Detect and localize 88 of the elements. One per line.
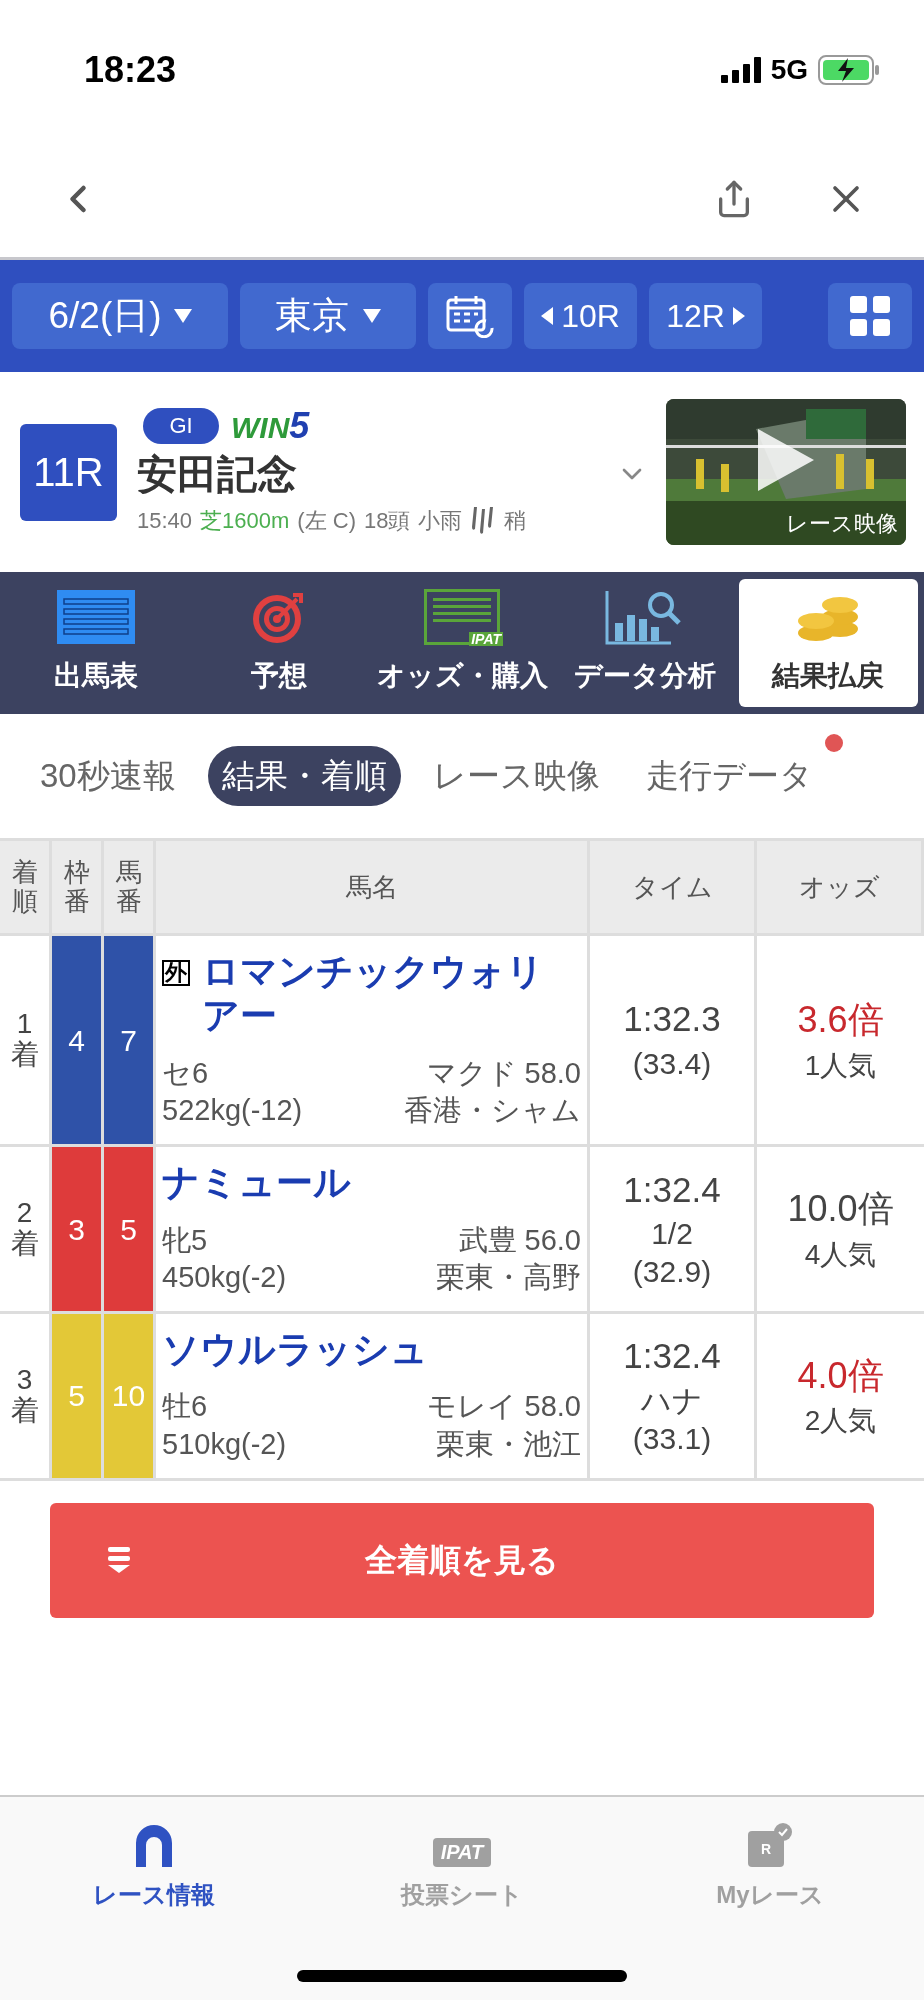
column-header: 着順: [0, 841, 52, 933]
odds: 3.6倍: [797, 998, 884, 1043]
finish-position: 2着: [10, 1198, 39, 1260]
ipat-icon: IPAT: [432, 1838, 492, 1867]
foreign-horse-mark: 外: [162, 960, 190, 986]
course-direction: (左 C): [297, 506, 356, 535]
calendar-button[interactable]: [428, 283, 512, 349]
body-weight: 450kg(-2): [162, 1260, 287, 1296]
grade-badge: GI: [143, 407, 219, 444]
video-label: レース映像: [786, 509, 898, 538]
column-header: 馬名: [156, 841, 590, 933]
horse-name-link[interactable]: ロマンチックウォリアー: [202, 950, 581, 1039]
column-header: 馬番: [104, 841, 156, 933]
left-triangle-icon: [541, 307, 554, 325]
ipat-sheet-icon: IPAT: [424, 589, 500, 645]
finish-time: 1:32.3: [623, 998, 721, 1041]
frame-number-cell: 3: [52, 1144, 104, 1311]
horseshoe-icon: [134, 1823, 174, 1867]
race-title: 安田記念: [137, 450, 298, 498]
sex-age: 牡6: [162, 1389, 208, 1425]
bottom-nav-tab[interactable]: レース情報: [0, 1817, 308, 1913]
odds: 4.0倍: [797, 1354, 884, 1398]
sub-tab[interactable]: 走行データ: [631, 746, 827, 806]
grid-menu-button[interactable]: [828, 283, 912, 349]
previous-race-button[interactable]: 10R: [524, 283, 637, 349]
list-icon: [108, 1546, 130, 1573]
last-3f-time: (32.9): [632, 1253, 712, 1290]
sub-tab[interactable]: 30秒速報: [26, 746, 190, 806]
going-label: 稍: [504, 506, 527, 535]
body-weight: 510kg(-2): [162, 1427, 287, 1462]
weather-label: 小雨: [418, 506, 463, 535]
menu-tab[interactable]: 出馬表: [6, 579, 186, 707]
last-3f-time: (33.4): [632, 1046, 712, 1083]
date-dropdown[interactable]: 6/2(日): [12, 283, 228, 349]
menu-tab[interactable]: 予想: [189, 579, 369, 707]
calendar-icon: [446, 294, 494, 338]
all-results-button[interactable]: 全着順を見る: [50, 1502, 874, 1618]
sex-age: セ6: [162, 1055, 209, 1091]
column-header: オッズ: [757, 841, 924, 933]
jockey-weight: マクド 58.0: [426, 1055, 581, 1091]
frame-number-cell: 5: [52, 1310, 104, 1478]
grid-icon: [850, 296, 890, 336]
venue-dropdown[interactable]: 東京: [240, 283, 416, 349]
start-time: 15:40: [137, 506, 193, 535]
dropdown-triangle-icon: [363, 309, 381, 323]
popularity: 2人気: [804, 1404, 877, 1439]
odds: 10.0倍: [787, 1187, 894, 1232]
popularity: 1人気: [804, 1048, 877, 1083]
menu-tab[interactable]: 結果払戻: [738, 579, 918, 707]
horse-number-cell: 5: [104, 1144, 156, 1311]
horse-number-cell: 7: [104, 933, 156, 1145]
horse-number-cell: 10: [104, 1310, 156, 1478]
course-info: 芝1600m: [200, 506, 290, 535]
column-header: 枠番: [52, 841, 104, 933]
margin: 1/2: [651, 1216, 693, 1253]
trainer: 栗東・池江: [436, 1427, 581, 1462]
frame-number-cell: 4: [52, 933, 104, 1145]
finish-time: 1:32.4: [623, 1168, 721, 1211]
horse-name-link[interactable]: ナミュール: [162, 1161, 351, 1206]
menu-tab[interactable]: データ分析: [555, 579, 735, 707]
finish-position: 1着: [10, 1009, 39, 1071]
race-number-badge: 11R: [20, 423, 117, 521]
column-header: タイム: [590, 841, 757, 933]
trainer: 香港・シャム: [404, 1093, 581, 1129]
jockey-weight: モレイ 58.0: [426, 1389, 581, 1425]
next-race-button[interactable]: 12R: [649, 283, 762, 349]
status-time: 18:23: [84, 48, 177, 92]
finish-position: 3着: [10, 1365, 39, 1427]
jockey-weight: 武豊 56.0: [458, 1222, 581, 1258]
dropdown-triangle-icon: [173, 309, 192, 323]
win5-logo: WIN5: [231, 407, 310, 444]
sub-tab[interactable]: 結果・着順: [207, 746, 401, 806]
list-icon: [55, 589, 136, 645]
margin: ハナ: [641, 1383, 703, 1420]
last-3f-time: (33.1): [632, 1420, 712, 1457]
menu-tab[interactable]: IPAT オッズ・購入: [372, 579, 552, 707]
sex-age: 牝5: [162, 1222, 208, 1258]
horse-name-link[interactable]: ソウルラッシュ: [162, 1327, 428, 1373]
popularity: 4人気: [804, 1237, 877, 1272]
trainer: 栗東・高野: [436, 1260, 581, 1296]
network-label: 5G: [770, 53, 808, 87]
right-triangle-icon: [732, 307, 745, 325]
body-weight: 522kg(-12): [162, 1093, 303, 1129]
battery-charging-icon: [818, 55, 880, 85]
signal-icon: [720, 57, 761, 83]
runner-count: 18頭: [364, 506, 411, 535]
sub-tab[interactable]: レース映像: [418, 746, 614, 806]
finish-time: 1:32.4: [623, 1335, 721, 1378]
